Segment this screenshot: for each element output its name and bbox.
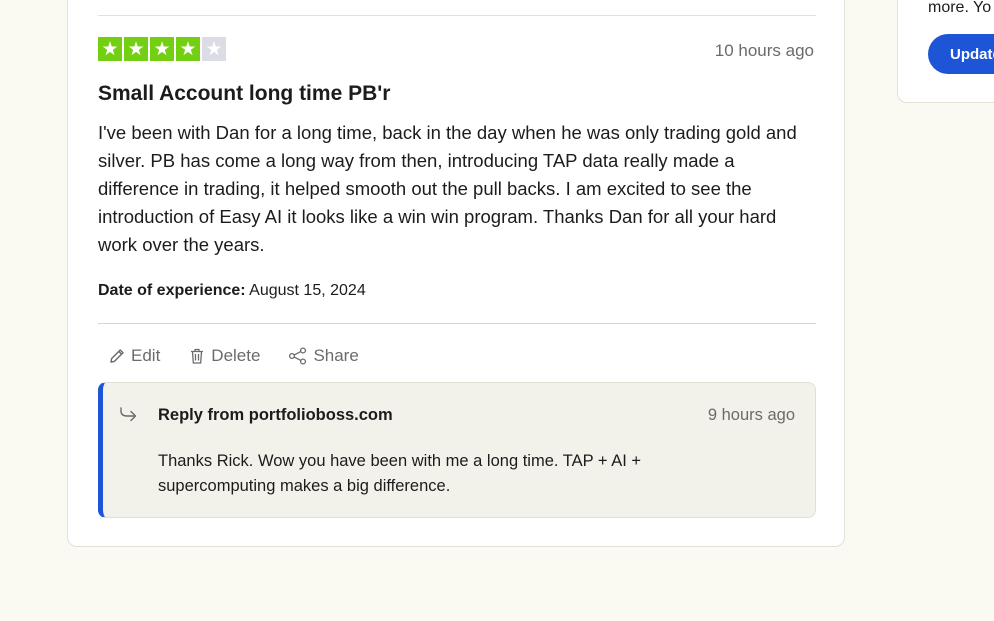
star-icon: ★ (150, 37, 174, 61)
reply-arrow-icon (119, 405, 141, 428)
pencil-icon (108, 347, 126, 365)
update-button[interactable]: Update (928, 34, 994, 74)
review-actions: Edit Delete Share (108, 346, 359, 366)
date-of-experience: Date of experience: August 15, 2024 (98, 282, 366, 300)
star-icon: ★ (98, 37, 122, 61)
share-label: Share (313, 346, 359, 365)
share-icon (288, 347, 308, 365)
review-title: Small Account long time PB'r (98, 82, 391, 105)
edit-label: Edit (131, 346, 161, 365)
reply-title: Reply from portfolioboss.com (158, 406, 393, 424)
edit-button[interactable]: Edit (108, 346, 160, 366)
review-time: 10 hours ago (714, 41, 814, 60)
experience-label: Date of experience: (98, 282, 246, 299)
reply-text: Thanks Rick. Wow you have been with me a… (158, 452, 642, 495)
company-reply: Reply from portfolioboss.com 9 hours ago… (98, 382, 816, 518)
star-icon: ★ (202, 37, 226, 61)
reply-time: 9 hours ago (707, 406, 795, 424)
divider (98, 323, 816, 324)
review-card: ★ ★ ★ ★ ★ 10 hours ago Small Account lon… (67, 0, 845, 547)
trash-icon (188, 347, 206, 365)
page: ★ ★ ★ ★ ★ 10 hours ago Small Account lon… (0, 0, 994, 621)
side-card: more. Yo Update (897, 0, 994, 103)
delete-button[interactable]: Delete (188, 346, 260, 366)
experience-date: August 15, 2024 (249, 282, 366, 299)
star-rating: ★ ★ ★ ★ ★ (98, 37, 226, 61)
delete-label: Delete (211, 346, 261, 365)
star-icon: ★ (124, 37, 148, 61)
review-body: I've been with Dan for a long time, back… (98, 122, 797, 255)
share-button[interactable]: Share (288, 346, 359, 366)
divider (98, 15, 816, 16)
side-text: more. Yo (928, 0, 992, 16)
star-icon: ★ (176, 37, 200, 61)
